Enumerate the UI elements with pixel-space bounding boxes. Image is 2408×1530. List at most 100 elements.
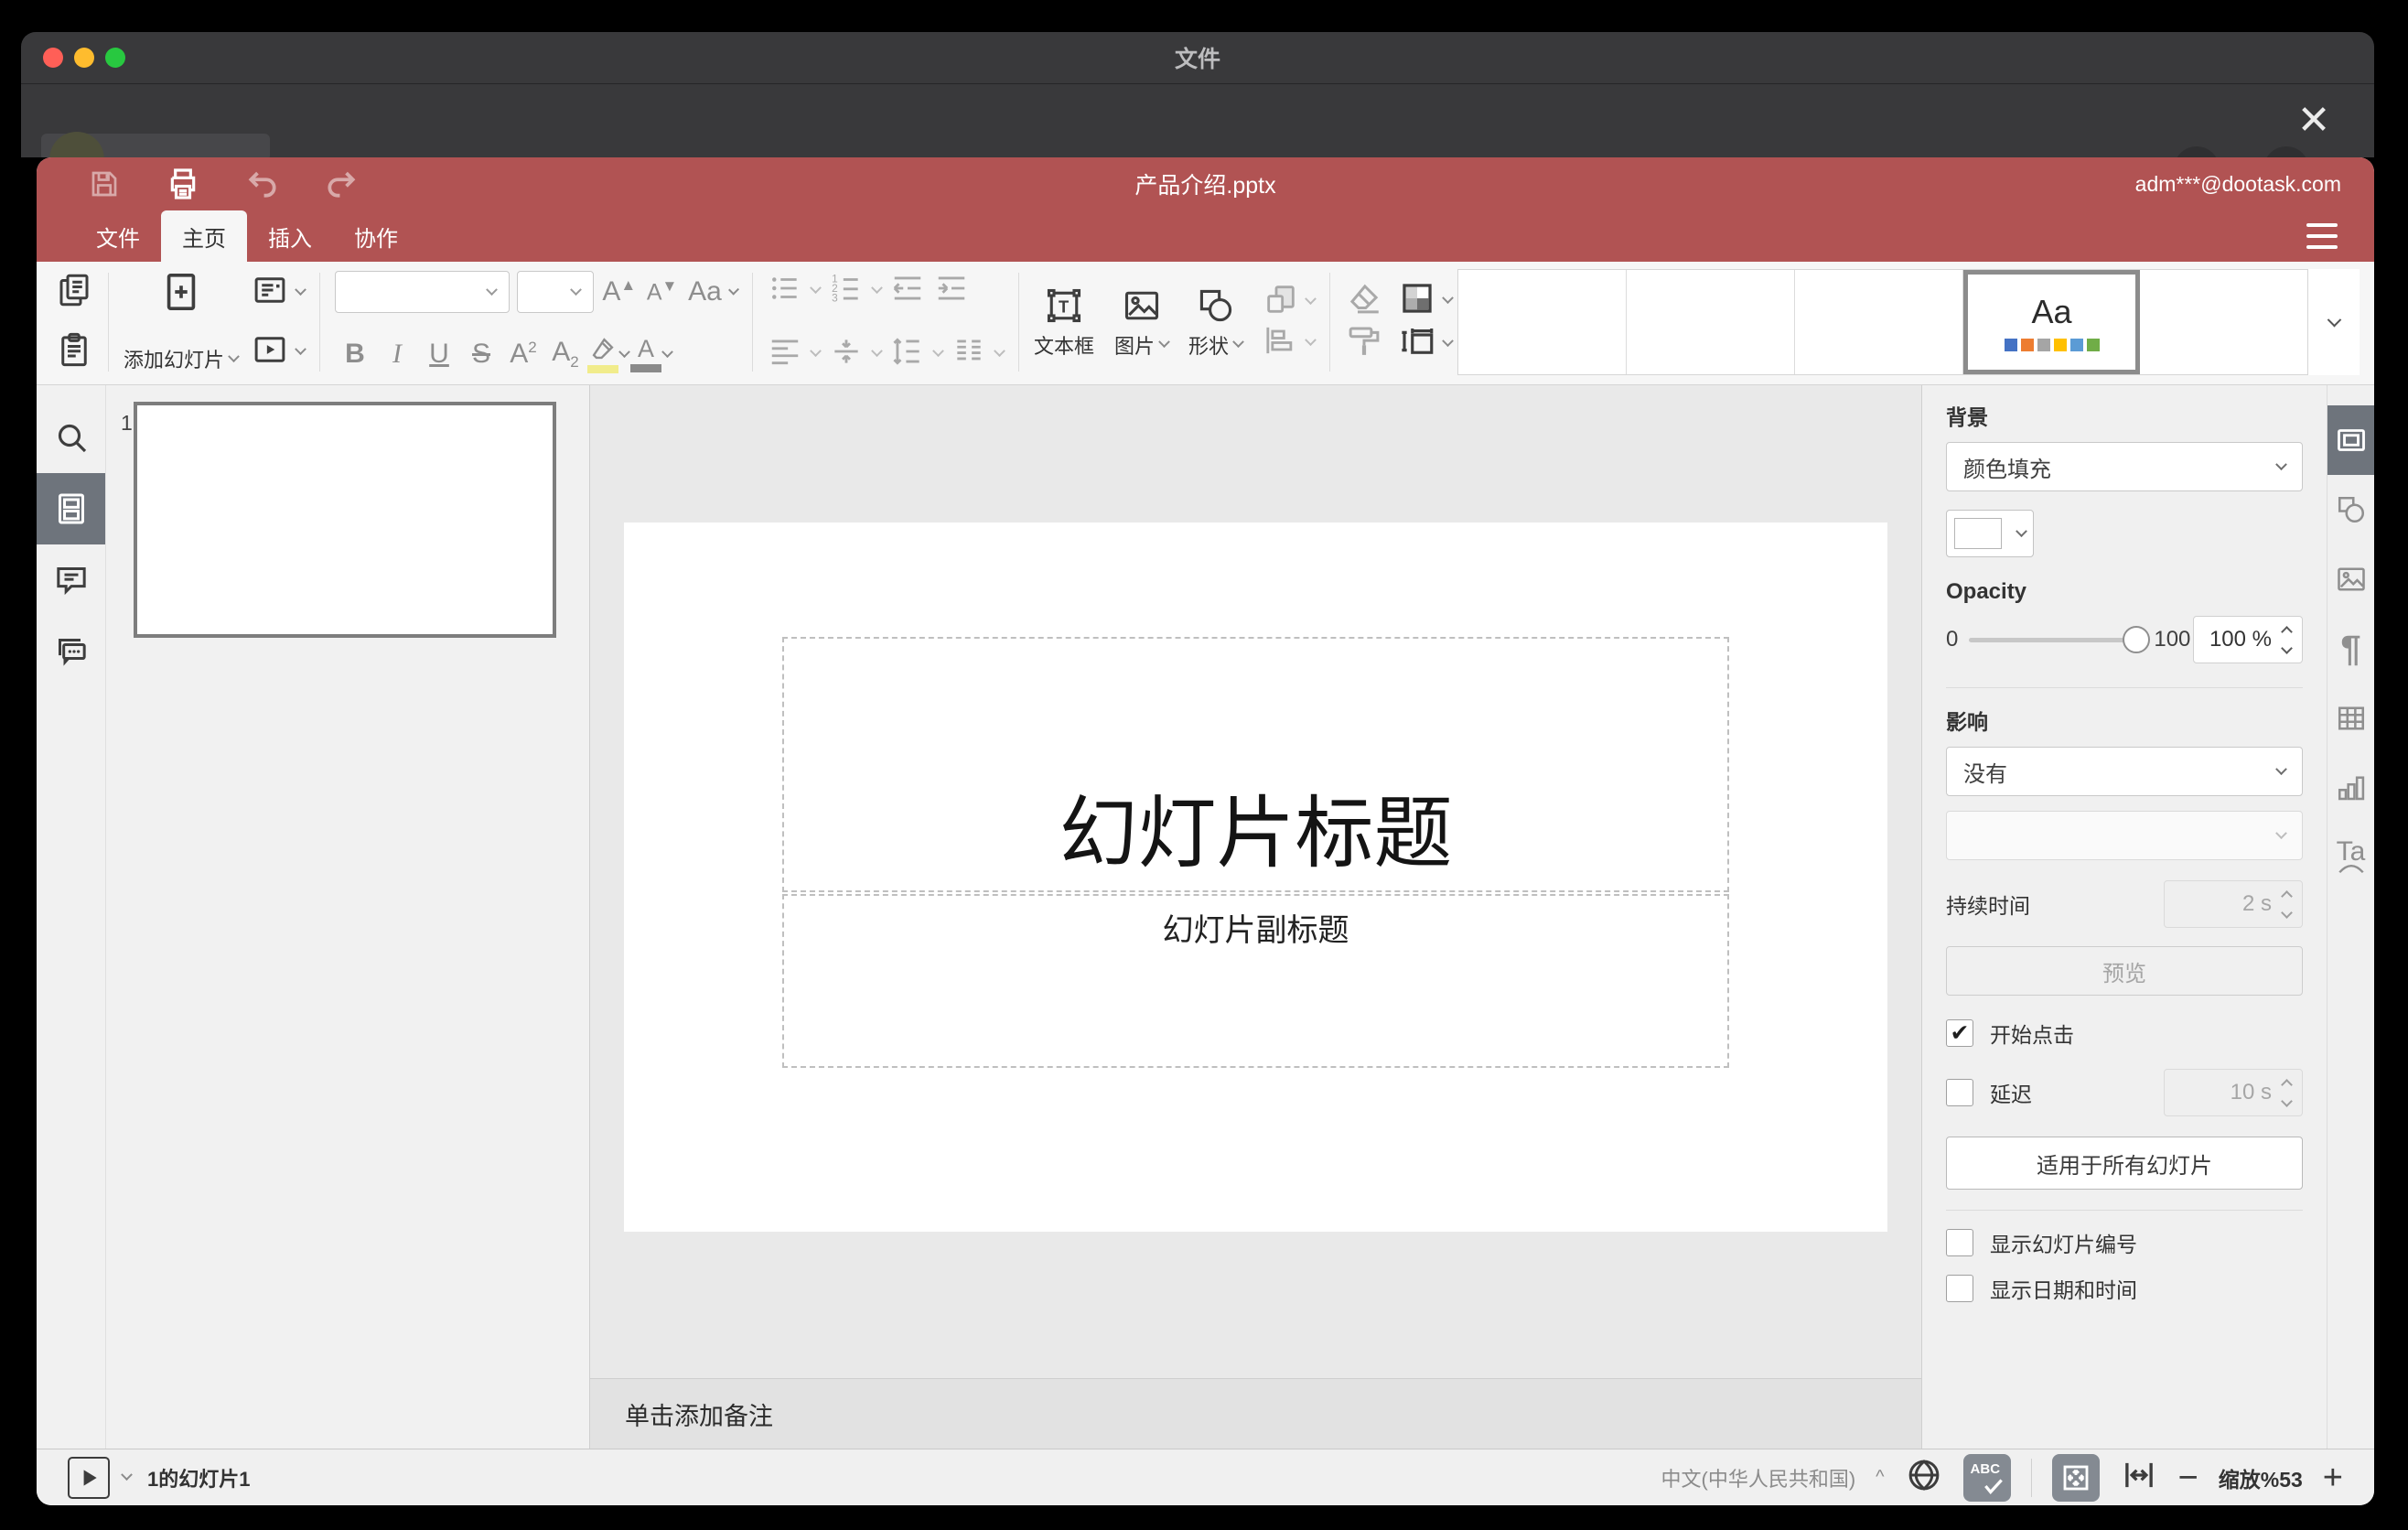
duration-spinbox[interactable]: 2 s (2164, 880, 2303, 928)
theme-gallery-expand-button[interactable] (2308, 269, 2360, 375)
opacity-slider[interactable] (1969, 625, 2151, 653)
opacity-spinbox[interactable]: 100 % (2193, 616, 2303, 663)
effect-dropdown[interactable]: 没有 (1946, 747, 2303, 796)
align-objects-icon[interactable] (1263, 322, 1299, 363)
show-date-time-checkbox[interactable] (1946, 1275, 1973, 1302)
decrease-indent-icon[interactable] (890, 271, 925, 310)
table-settings-tab[interactable] (2327, 684, 2374, 753)
slide-settings-tab[interactable] (2327, 405, 2374, 475)
shape-button[interactable]: 形状 (1188, 330, 1244, 360)
tab-insert[interactable]: 插入 (247, 210, 333, 262)
add-slide-button[interactable]: 添加幻灯片 (124, 269, 240, 375)
slide-size-icon[interactable] (1398, 322, 1436, 365)
svg-text:T: T (1059, 296, 1069, 316)
textbox-button[interactable]: 文本框 (1034, 330, 1094, 360)
vertical-align-icon[interactable] (829, 334, 864, 373)
close-icon[interactable]: ✕ (2290, 97, 2338, 145)
slide-thumbnail-selected[interactable] (134, 402, 556, 638)
subtitle-placeholder[interactable]: 幻灯片副标题 (782, 894, 1729, 1068)
increase-font-button[interactable]: A▲ (601, 276, 637, 307)
slide-settings-panel: 背景 颜色填充 Opacity 0 100 100 % 影响 没有 持续时间 2… (1921, 385, 2327, 1449)
shape-settings-tab[interactable] (2327, 475, 2374, 544)
theme-option-selected[interactable]: Aa (1963, 270, 2140, 374)
horizontal-align-icon[interactable] (768, 334, 802, 373)
insert-group: T 文本框 图片 形状 (1034, 269, 1317, 375)
zoom-out-button[interactable]: − (2178, 1460, 2198, 1495)
bullets-icon[interactable] (768, 271, 802, 310)
image-settings-tab[interactable] (2327, 544, 2374, 614)
underline-button[interactable]: U (419, 339, 459, 370)
chart-settings-tab[interactable] (2327, 753, 2374, 823)
copy-icon[interactable] (55, 271, 93, 314)
image-button[interactable]: 图片 (1114, 330, 1170, 360)
bold-button[interactable]: B (335, 339, 375, 370)
color-scheme-icon[interactable] (1398, 279, 1436, 322)
zoom-value[interactable]: 缩放%53 (2219, 1462, 2303, 1493)
subscript-button[interactable]: A2 (545, 337, 586, 372)
preview-button[interactable]: 预览 (1946, 946, 2303, 996)
theme-option[interactable] (1627, 270, 1796, 374)
columns-icon[interactable] (951, 334, 986, 373)
numbering-icon[interactable]: 1 2 3 (829, 271, 864, 310)
slide-layout-button[interactable] (251, 271, 306, 314)
tab-file[interactable]: 文件 (75, 210, 161, 262)
font-color-button[interactable]: A (630, 336, 662, 372)
theme-option[interactable] (1795, 270, 1964, 374)
paste-icon[interactable] (55, 330, 93, 373)
italic-button[interactable]: I (377, 339, 417, 370)
delay-checkbox[interactable] (1946, 1079, 1973, 1106)
change-case-button[interactable]: Aa (687, 276, 723, 307)
slide-canvas-area[interactable]: 幻灯片标题 幻灯片副标题 (590, 385, 1921, 1378)
theme-option[interactable] (2140, 270, 2307, 374)
opacity-slider-knob[interactable] (2123, 625, 2151, 653)
theme-option[interactable] (1458, 270, 1628, 374)
notes-area[interactable]: 单击添加备注 (590, 1378, 1921, 1449)
tab-collaboration[interactable]: 协作 (333, 210, 419, 262)
show-slide-number-checkbox[interactable] (1946, 1229, 1973, 1256)
eraser-icon[interactable] (1345, 279, 1383, 322)
slides-panel-button[interactable] (37, 473, 105, 544)
title-placeholder[interactable]: 幻灯片标题 (782, 637, 1729, 892)
zoom-in-button[interactable]: + (2323, 1460, 2343, 1495)
fit-to-slide-toggle[interactable] (2051, 1453, 2100, 1502)
strikethrough-button[interactable]: S (461, 339, 501, 370)
macos-titlebar[interactable]: 文件 (21, 32, 2374, 84)
paint-roller-icon[interactable] (1345, 322, 1383, 365)
font-size-combo[interactable] (516, 271, 595, 313)
arrange-icon[interactable] (1263, 281, 1299, 322)
textart-settings-tab[interactable]: Ta (2327, 823, 2374, 892)
opacity-value: 100 % (2209, 627, 2272, 652)
start-slideshow-status-button[interactable] (68, 1456, 110, 1499)
paragraph-group: 1 2 3 (768, 269, 1005, 375)
tab-home[interactable]: 主页 (161, 210, 247, 262)
language-selector[interactable]: 中文(中华人民共和国) (1661, 1463, 1856, 1492)
fill-color-dropdown[interactable] (1946, 510, 2034, 557)
slideshow-options-chevron[interactable] (121, 1469, 133, 1482)
delay-spinbox[interactable]: 10 s (2164, 1069, 2303, 1116)
document-language-button[interactable] (1905, 1456, 1943, 1499)
table-settings-icon (2338, 706, 2364, 730)
superscript-button[interactable]: A2 (503, 339, 543, 370)
increase-indent-icon[interactable] (934, 271, 969, 310)
effect-type-dropdown[interactable] (1946, 811, 2303, 860)
fit-to-width-button[interactable] (2120, 1456, 2158, 1499)
document-title[interactable]: 产品介绍.pptx (37, 167, 2374, 200)
line-spacing-icon[interactable] (890, 334, 925, 373)
chat-button[interactable] (37, 616, 105, 687)
start-slideshow-button[interactable] (251, 330, 306, 373)
slide-canvas[interactable]: 幻灯片标题 幻灯片副标题 (624, 523, 1887, 1232)
comments-button[interactable] (37, 544, 105, 616)
font-name-combo[interactable] (335, 271, 510, 313)
duration-label: 持续时间 (1946, 894, 2030, 918)
background-fill-dropdown[interactable]: 颜色填充 (1946, 442, 2303, 491)
decrease-font-button[interactable]: A▼ (644, 277, 680, 306)
spellcheck-toggle[interactable]: ABC (1962, 1453, 2011, 1502)
search-button[interactable] (37, 402, 105, 473)
image-settings-icon (2337, 567, 2365, 591)
highlight-color-button[interactable] (587, 335, 619, 373)
delay-label: 延迟 (1990, 1083, 2032, 1106)
menu-icon[interactable] (2306, 223, 2338, 249)
start-on-click-checkbox[interactable]: ✔ (1946, 1019, 1973, 1047)
paragraph-settings-tab[interactable]: ¶ (2327, 614, 2374, 684)
apply-to-all-slides-button[interactable]: 适用于所有幻灯片 (1946, 1137, 2303, 1190)
